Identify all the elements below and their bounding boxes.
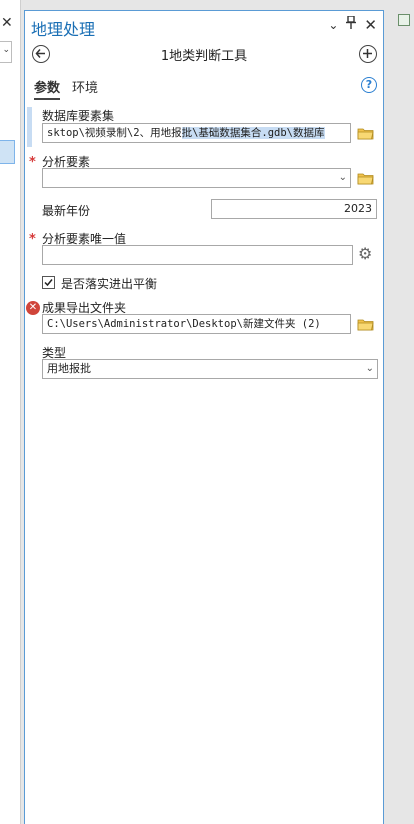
db-feature-set-label: 数据库要素集	[42, 109, 115, 123]
left-selected-item[interactable]	[0, 140, 15, 164]
balance-checkbox[interactable]	[42, 276, 55, 289]
pane-title: 地理处理	[31, 20, 96, 39]
required-marker: *	[29, 155, 36, 170]
selected-param-indicator	[27, 107, 32, 147]
chevron-down-icon: ⌄	[338, 172, 347, 183]
latest-year-input[interactable]: 2023	[211, 199, 377, 219]
pin-icon[interactable]	[346, 15, 357, 34]
gear-icon[interactable]: ⚙	[358, 244, 372, 263]
close-icon[interactable]: ✕	[1, 15, 13, 31]
tabs: 参数 环境	[34, 77, 98, 100]
db-feature-set-selected-text: 批\基础数据集合.gdb\数据库	[181, 127, 325, 139]
geoprocessing-pane: 地理处理 ⌄ ✕ 1地类判断工具 参数 环境 ? 数据库要素集 sktop\视频…	[24, 10, 384, 824]
pane-title-controls: ⌄ ✕	[328, 15, 377, 34]
tool-name: 1地类判断工具	[160, 49, 248, 64]
db-feature-set-value: sktop\视频录制\2、用地报	[47, 127, 182, 139]
error-icon[interactable]: ✕	[26, 301, 40, 315]
left-dropdown[interactable]: ⌄	[0, 41, 12, 63]
check-icon	[44, 279, 53, 287]
add-button[interactable]	[359, 45, 377, 63]
folder-icon[interactable]	[357, 126, 375, 140]
chevron-down-icon: ⌄	[365, 363, 374, 374]
tab-environments[interactable]: 环境	[72, 77, 98, 100]
folder-icon[interactable]	[357, 171, 375, 185]
map-icon[interactable]	[398, 14, 410, 26]
right-pane-sliver	[386, 0, 414, 824]
output-folder-input[interactable]: C:\Users\Administrator\Desktop\新建文件夹 (2)	[42, 314, 351, 334]
analysis-feature-dropdown[interactable]: ⌄	[42, 168, 351, 188]
left-pane: ✕ ⌄	[0, 0, 21, 824]
tab-parameters[interactable]: 参数	[34, 77, 61, 100]
unique-value-input[interactable]	[42, 245, 353, 265]
latest-year-label: 最新年份	[42, 204, 91, 218]
options-chevron-icon[interactable]: ⌄	[328, 16, 338, 34]
required-marker: *	[29, 232, 36, 247]
close-icon[interactable]: ✕	[364, 16, 377, 34]
help-icon[interactable]: ?	[361, 77, 377, 93]
folder-icon[interactable]	[357, 317, 375, 331]
db-feature-set-input[interactable]: sktop\视频录制\2、用地报批\基础数据集合.gdb\数据库	[42, 123, 351, 143]
type-dropdown[interactable]: 用地报批 ⌄	[42, 359, 378, 379]
type-value: 用地报批	[47, 362, 91, 375]
chevron-down-icon: ⌄	[2, 45, 10, 55]
balance-checkbox-label: 是否落实进出平衡	[61, 277, 158, 291]
